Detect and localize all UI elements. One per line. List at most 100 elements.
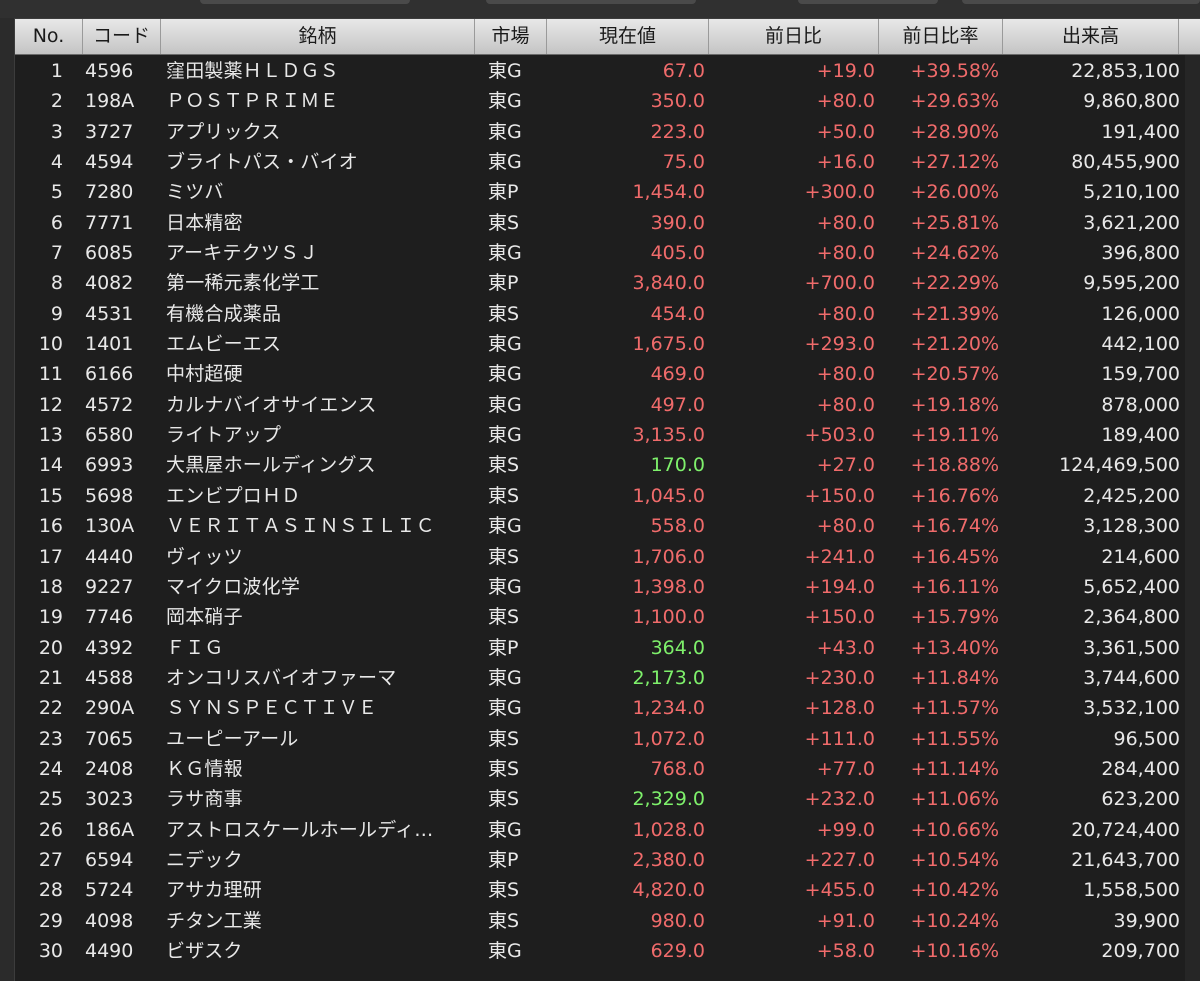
current-price-cell: 980.0	[650, 909, 705, 932]
column-header-no[interactable]: No.	[15, 19, 83, 54]
table-row[interactable]: 21 4588 オンコリスバイオファーマ 東G 2,173.0 +230.0 +11.84%…	[15, 663, 1200, 693]
table-row[interactable]: 2 198A ＰＯＳＴＰＲＩＭＥ 東G 350.0 +80.0 +29.63% 9,860,8…	[15, 86, 1200, 116]
table-row[interactable]: 23 7065 ユーピーアール 東S 1,072.0 +111.0 +11.55% 96,50…	[15, 724, 1200, 754]
table-row[interactable]: 29 4098 チタン工業 東S 980.0 +91.0 +10.24% 39,900	[15, 906, 1200, 936]
current-price-cell: 1,028.0	[632, 818, 705, 841]
table-row[interactable]: 22 290A ＳＹＮＳＰＥＣＴＩＶＥ 東G 1,234.0 +128.0 +11.57% 3…	[15, 693, 1200, 723]
stock-name-cell: 日本精密	[166, 211, 243, 234]
change-percent-cell: +10.66%	[910, 818, 999, 841]
row-number-cell: 3	[50, 120, 63, 143]
table-row[interactable]: 19 7746 岡本硝子 東S 1,100.0 +150.0 +15.79% 2,364,80…	[15, 602, 1200, 632]
market-cell: 東G	[488, 60, 522, 82]
price-change-cell: +150.0	[804, 484, 875, 507]
row-number-cell: 22	[38, 697, 63, 720]
column-header-volume[interactable]: 出来高	[1003, 19, 1179, 54]
current-price-cell: 469.0	[650, 363, 705, 386]
toolbar-tab[interactable]	[798, 0, 938, 4]
price-change-cell: +300.0	[804, 181, 875, 204]
stock-code-cell: 7771	[85, 211, 134, 234]
current-price-cell: 170.0	[650, 454, 705, 477]
column-header-price[interactable]: 現在値	[547, 19, 709, 54]
market-cell: 東P	[488, 181, 519, 204]
volume-cell: 623,200	[1101, 788, 1180, 811]
table-row[interactable]: 12 4572 カルナバイオサイエンス 東G 497.0 +80.0 +19.18% 878,…	[15, 390, 1200, 420]
table-row[interactable]: 28 5724 アサカ理研 東S 4,820.0 +455.0 +10.42% 1,558,5…	[15, 875, 1200, 905]
column-header-change[interactable]: 前日比	[709, 19, 879, 54]
market-cell: 東G	[488, 120, 522, 143]
current-price-cell: 1,234.0	[632, 697, 705, 720]
table-row[interactable]: 7 6085 アーキテクツＳＪ 東G 405.0 +80.0 +24.62% 396,800	[15, 238, 1200, 268]
table-row[interactable]: 14 6993 大黒屋ホールディングス 東S 170.0 +27.0 +18.88% 124,…	[15, 450, 1200, 480]
table-row[interactable]: 9 4531 有機合成薬品 東S 454.0 +80.0 +21.39% 126,000	[15, 299, 1200, 329]
table-row[interactable]: 1 4596 窪田製薬ＨＬＤＧＳ 東G 67.0 +19.0 +39.58% 22,853,1…	[15, 56, 1200, 86]
table-row[interactable]: 3 3727 アプリックス 東G 223.0 +50.0 +28.90% 191,400	[15, 117, 1200, 147]
volume-cell: 124,469,500	[1059, 454, 1180, 477]
table-row[interactable]: 10 1401 エムビーエス 東G 1,675.0 +293.0 +21.20% 442,10…	[15, 329, 1200, 359]
stock-name-cell: ＫＧ情報	[166, 757, 243, 780]
column-header-market[interactable]: 市場	[475, 19, 547, 54]
table-row[interactable]: 6 7771 日本精密 東S 390.0 +80.0 +25.81% 3,621,200	[15, 208, 1200, 238]
stock-name-cell: チタン工業	[166, 909, 263, 932]
table-row[interactable]: 20 4392 ＦＩＧ 東P 364.0 +43.0 +13.40% 3,361,500	[15, 633, 1200, 663]
table-row[interactable]: 5 7280 ミツバ 東P 1,454.0 +300.0 +26.00% 5,210,100	[15, 177, 1200, 207]
column-header-name[interactable]: 銘柄	[161, 19, 475, 54]
stock-name-cell: 岡本硝子	[166, 606, 243, 629]
row-number-cell: 17	[38, 545, 63, 568]
current-price-cell: 497.0	[650, 393, 705, 416]
table-row[interactable]: 18 9227 マイクロ波化学 東G 1,398.0 +194.0 +16.11% 5,652…	[15, 572, 1200, 602]
table-row[interactable]: 15 5698 エンビプロＨＤ 東S 1,045.0 +150.0 +16.76% 2,425…	[15, 481, 1200, 511]
market-cell: 東S	[488, 454, 520, 477]
change-percent-cell: +16.45%	[910, 545, 999, 568]
current-price-cell: 2,329.0	[632, 788, 705, 811]
price-change-cell: +80.0	[816, 515, 875, 538]
table-row[interactable]: 30 4490 ビザスク 東G 629.0 +58.0 +10.16% 209,700	[15, 936, 1200, 966]
stock-name-cell: ライトアップ	[166, 424, 282, 447]
toolbar-tab[interactable]	[486, 0, 696, 4]
table-row[interactable]: 4 4594 ブライトパス・バイオ 東G 75.0 +16.0 +27.12% 80,455,…	[15, 147, 1200, 177]
row-number-cell: 27	[38, 848, 63, 871]
stock-name-cell: エンビプロＨＤ	[166, 484, 301, 507]
market-cell: 東G	[488, 90, 522, 113]
market-cell: 東G	[488, 242, 522, 265]
stock-name-cell: ミツバ	[166, 181, 224, 204]
toolbar-tab[interactable]	[200, 0, 410, 4]
toolbar-tab[interactable]	[962, 0, 1200, 4]
stock-code-cell: 4392	[85, 636, 134, 659]
price-change-cell: +80.0	[816, 302, 875, 325]
table-row[interactable]: 8 4082 第一稀元素化学工 東P 3,840.0 +700.0 +22.29% 9,595…	[15, 268, 1200, 298]
column-header-code[interactable]: コード	[83, 19, 161, 54]
current-price-cell: 2,380.0	[632, 848, 705, 871]
price-change-cell: +700.0	[804, 272, 875, 295]
vertical-scrollbar[interactable]	[1185, 55, 1200, 981]
table-row[interactable]: 13 6580 ライトアップ 東G 3,135.0 +503.0 +19.11% 189,40…	[15, 420, 1200, 450]
price-change-cell: +99.0	[816, 818, 875, 841]
table-row[interactable]: 25 3023 ラサ商事 東S 2,329.0 +232.0 +11.06% 623,200	[15, 784, 1200, 814]
volume-cell: 191,400	[1101, 120, 1180, 143]
table-row[interactable]: 17 4440 ヴィッツ 東S 1,706.0 +241.0 +16.45% 214,600	[15, 542, 1200, 572]
table-row[interactable]: 26 186A アストロスケールホールディ… 東G 1,028.0 +99.0 +10.66…	[15, 815, 1200, 845]
stock-code-cell: 130A	[85, 515, 135, 538]
price-change-cell: +128.0	[804, 697, 875, 720]
stock-code-cell: 6993	[85, 454, 134, 477]
column-header-change-pct[interactable]: 前日比率	[879, 19, 1003, 54]
market-cell: 東G	[488, 333, 522, 356]
change-percent-cell: +27.12%	[910, 151, 999, 174]
table-row[interactable]: 24 2408 ＫＧ情報 東S 768.0 +77.0 +11.14% 284,400	[15, 754, 1200, 784]
stock-code-cell: 9227	[85, 575, 134, 598]
table-row[interactable]: 16 130A ＶＥＲＩＴＡＳＩＮＳＩＬＩＣ 東G 558.0 +80.0 +16.74% 3…	[15, 511, 1200, 541]
volume-cell: 189,400	[1101, 424, 1180, 447]
market-cell: 東S	[488, 211, 520, 234]
table-row[interactable]: 27 6594 ニデック 東P 2,380.0 +227.0 +10.54% 21,643,7…	[15, 845, 1200, 875]
stock-code-cell: 4490	[85, 939, 134, 962]
stock-name-cell: 大黒屋ホールディングス	[166, 454, 376, 477]
stock-code-cell: 4588	[85, 666, 134, 689]
stock-name-cell: 第一稀元素化学工	[166, 272, 320, 295]
row-number-cell: 9	[50, 302, 63, 325]
stock-name-cell: オンコリスバイオファーマ	[166, 666, 397, 689]
price-change-cell: +77.0	[816, 757, 875, 780]
market-cell: 東G	[488, 424, 522, 447]
row-number-cell: 20	[38, 636, 63, 659]
change-percent-cell: +22.29%	[910, 272, 999, 295]
table-row[interactable]: 11 6166 中村超硬 東G 469.0 +80.0 +20.57% 159,700	[15, 359, 1200, 389]
price-change-cell: +80.0	[816, 242, 875, 265]
